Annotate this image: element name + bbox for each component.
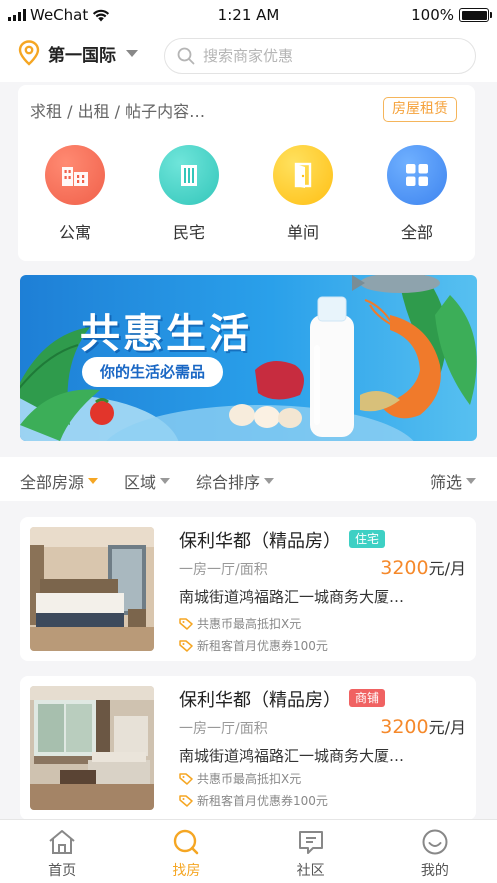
location-selector[interactable]: 第一国际	[18, 40, 138, 66]
promo-banner[interactable]: 共惠生活 你的生活必需品	[20, 275, 477, 441]
category-label: 民宅	[172, 223, 205, 242]
header: 第一国际	[0, 30, 497, 82]
profile-icon	[422, 829, 448, 855]
listing-layout: 一房一厅/面积	[179, 721, 268, 737]
grid-all-icon	[387, 145, 447, 205]
search-house-icon	[174, 829, 199, 855]
price-unit: 元/月	[428, 718, 466, 737]
listing-perk: 共惠币最高抵扣X元	[179, 770, 301, 787]
listing-card[interactable]: 保利华都（精品房） 住宅 一房一厅/面积 3200元/月 南城街道鸿福路汇一城商…	[20, 517, 476, 661]
room-door-icon	[273, 145, 333, 205]
listing-address: 南城街道鸿福路汇一城商务大厦…	[179, 747, 405, 765]
listing-price: 3200元/月	[380, 714, 466, 738]
listing-price: 3200元/月	[380, 555, 466, 579]
tab-home[interactable]: 首页	[0, 820, 124, 883]
category-label: 单间	[286, 223, 319, 242]
community-icon	[298, 831, 323, 854]
listing-name: 保利华都（精品房）	[179, 531, 341, 552]
property-type-tag: 商铺	[349, 689, 386, 707]
tab-label: 找房	[172, 863, 201, 879]
category-label: 全部	[400, 223, 433, 242]
post-prompt[interactable]: 求租 / 出租 / 帖子内容…	[30, 98, 205, 122]
apartment-icon	[45, 145, 105, 205]
filter-bar: 全部房源 区域 综合排序 筛选	[0, 457, 497, 501]
tab-profile[interactable]: 我的	[373, 820, 497, 883]
house-rental-tag[interactable]: 房屋租赁	[383, 97, 457, 122]
location-pin-icon	[18, 40, 40, 66]
perk-text: 新租客首月优惠券100元	[197, 639, 328, 653]
perk-text: 新租客首月优惠券100元	[197, 794, 328, 808]
listing-perk: 新租客首月优惠券100元	[179, 792, 328, 809]
dropdown-arrow-icon	[466, 478, 477, 484]
chevron-down-icon	[126, 49, 138, 57]
tab-label: 我的	[420, 863, 449, 879]
category-apartment[interactable]: 公寓	[18, 145, 132, 243]
category-room[interactable]: 单间	[246, 145, 360, 243]
filter-more[interactable]: 筛选	[430, 469, 477, 493]
perk-text: 共惠币最高抵扣X元	[197, 772, 302, 786]
listing-perk: 新租客首月优惠券100元	[179, 637, 328, 654]
dropdown-arrow-icon	[88, 478, 99, 484]
home-icon	[49, 830, 75, 854]
listing-layout: 一房一厅/面积	[179, 562, 268, 578]
coupon-tag-icon	[179, 772, 193, 785]
category-residence[interactable]: 民宅	[132, 145, 246, 243]
coupon-tag-icon	[179, 617, 193, 630]
tab-community[interactable]: 社区	[249, 820, 373, 883]
banner-title: 共惠生活	[80, 311, 252, 357]
battery: 100%	[411, 6, 492, 24]
filter-all-sources[interactable]: 全部房源	[20, 469, 99, 493]
property-type-tag: 住宅	[349, 530, 386, 548]
perk-text: 共惠币最高抵扣X元	[197, 617, 302, 631]
category-all[interactable]: 全部	[360, 145, 474, 243]
dropdown-arrow-icon	[160, 478, 171, 484]
listing-address: 南城街道鸿福路汇一城商务大厦…	[179, 588, 405, 606]
listing-card[interactable]: 保利华都（精品房） 商铺 一房一厅/面积 3200元/月 南城街道鸿福路汇一城商…	[20, 676, 476, 820]
listing-photo	[30, 527, 154, 651]
price-value: 3200	[380, 716, 429, 738]
price-value: 3200	[380, 557, 429, 579]
banner-subtitle: 你的生活必需品	[82, 357, 224, 387]
tab-bar: 首页 找房 社区 我的	[0, 819, 497, 883]
price-unit: 元/月	[428, 559, 466, 578]
city-name: 第一国际	[48, 45, 116, 66]
filter-sort[interactable]: 综合排序	[196, 469, 275, 493]
tab-find-house[interactable]: 找房	[124, 820, 248, 883]
tab-label: 社区	[296, 863, 325, 879]
filter-label: 全部房源	[20, 473, 85, 492]
search-icon	[177, 47, 195, 65]
battery-icon	[459, 8, 492, 22]
listing-name: 保利华都（精品房）	[179, 690, 341, 711]
category-label: 公寓	[58, 223, 91, 242]
filter-label: 区域	[124, 473, 157, 492]
listing-perk: 共惠币最高抵扣X元	[179, 615, 301, 632]
tab-label: 首页	[48, 863, 77, 879]
battery-percent: 100%	[411, 6, 454, 24]
category-list: 公寓 民宅 单间 全部	[18, 145, 475, 243]
filter-region[interactable]: 区域	[124, 469, 171, 493]
coupon-tag-icon	[179, 639, 193, 652]
listing-photo	[30, 686, 154, 810]
status-bar: WeChat 1:21 AM 100%	[0, 0, 497, 30]
search-bar[interactable]	[164, 38, 476, 74]
coupon-tag-icon	[179, 794, 193, 807]
search-input[interactable]	[203, 47, 453, 65]
filter-label: 筛选	[430, 473, 463, 492]
residence-icon	[159, 145, 219, 205]
category-card: 求租 / 出租 / 帖子内容… 房屋租赁 公寓 民宅 单间 全部	[18, 85, 475, 261]
filter-label: 综合排序	[196, 473, 261, 492]
dropdown-arrow-icon	[264, 478, 275, 484]
